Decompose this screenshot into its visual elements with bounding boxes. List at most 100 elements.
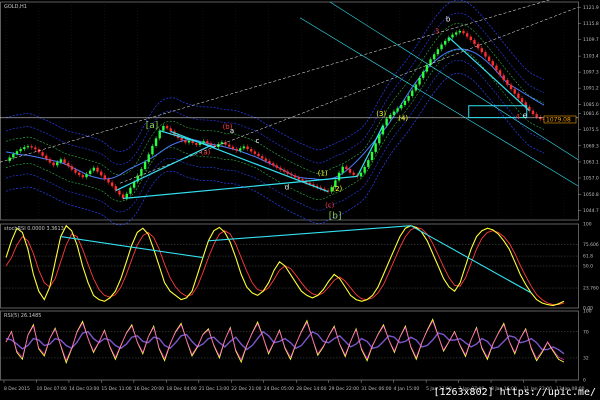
candle-body xyxy=(23,147,26,150)
x-tick-label: 18 Dec 04:00 xyxy=(166,386,196,392)
candle-body xyxy=(81,175,85,178)
candle-body xyxy=(250,149,253,152)
chart-title: GOLD,H1 xyxy=(4,4,27,10)
candle-body xyxy=(484,52,487,57)
y-tick-label: 1063.1 xyxy=(583,160,599,166)
y-tick-label: 1069.3 xyxy=(583,143,599,149)
chart-canvas: [a][b](a)(b)(c)(1)(2)(3)(4)34abcde 1121.… xyxy=(0,0,600,400)
candle-body xyxy=(509,84,513,90)
wave-label: (3) xyxy=(376,110,386,118)
candle-body xyxy=(433,54,436,60)
candle-body xyxy=(425,65,429,72)
rsi-y-tick-label: 70 xyxy=(583,329,589,335)
candle-body xyxy=(12,154,15,158)
candle-body xyxy=(180,138,183,141)
rsi-title: RSI(5) 26.1485 xyxy=(4,313,41,319)
wave-label: a xyxy=(230,127,234,135)
candle-body xyxy=(158,130,161,139)
candle-body xyxy=(418,77,421,85)
candle-body xyxy=(279,167,282,170)
candle-body xyxy=(246,146,249,150)
x-tick-label: 22 Dec 21:00 xyxy=(231,386,261,392)
candle-body xyxy=(228,144,231,147)
candle-body xyxy=(271,163,275,166)
candle-body xyxy=(411,90,414,97)
y-tick-label: 1085.0 xyxy=(583,102,599,108)
candle-body xyxy=(206,141,209,144)
stochrsi-y-tick-label: 75.606 xyxy=(583,242,599,248)
stochrsi-y-tick-label: 61.8 xyxy=(583,254,593,260)
candle-body xyxy=(48,159,52,163)
candle-body xyxy=(297,177,300,180)
candle-body xyxy=(110,182,114,187)
candle-body xyxy=(337,172,341,181)
candle-body xyxy=(491,61,494,66)
candle-body xyxy=(239,148,242,151)
rsi-y-tick-label: 0 xyxy=(583,378,586,384)
watermark: [1263x802] https://upic.me/ xyxy=(433,387,596,398)
candle-body xyxy=(374,143,377,152)
candle-body xyxy=(19,149,22,152)
candle-body xyxy=(162,125,165,131)
candle-body xyxy=(140,169,143,176)
candle-body xyxy=(301,179,304,181)
candle-body xyxy=(154,138,158,146)
candle-body xyxy=(440,44,443,50)
wave-label: (4) xyxy=(398,115,408,123)
candle-body xyxy=(88,170,92,175)
y-tick-label: 1115.8 xyxy=(583,21,599,27)
candle-body xyxy=(99,171,103,176)
candle-body xyxy=(506,80,509,85)
candle-body xyxy=(77,172,81,176)
candle-body xyxy=(67,163,70,167)
candle-body xyxy=(169,128,172,132)
candle-body xyxy=(195,143,198,145)
candle-body xyxy=(352,172,355,175)
candle-body xyxy=(520,98,524,103)
rsi-y-tick-label: 32 xyxy=(583,356,589,362)
wave-label: [b] xyxy=(329,212,342,222)
x-tick-label: 21 Dec 13:00 xyxy=(199,386,229,392)
candle-body xyxy=(143,161,147,170)
x-tick-label: 28 Dec 14:00 xyxy=(296,386,326,392)
stochrsi-y-tick-label: 50.0 xyxy=(583,264,593,270)
candle-body xyxy=(403,100,407,105)
candle-body xyxy=(535,114,538,118)
wave-label: (c) xyxy=(325,201,335,209)
price-tag-value: 1079.08 xyxy=(546,117,571,124)
y-tick-label: 1057.0 xyxy=(583,176,599,182)
candle-body xyxy=(345,166,348,170)
x-tick-label: 15 Dec 11:00 xyxy=(101,386,131,392)
candle-body xyxy=(202,141,205,143)
candle-body xyxy=(517,93,520,99)
candle-body xyxy=(341,166,344,173)
candle-body xyxy=(45,155,48,160)
candle-body xyxy=(436,49,440,55)
candle-body xyxy=(165,125,169,129)
candle-body xyxy=(293,175,297,178)
candle-body xyxy=(264,158,268,161)
candle-body xyxy=(392,111,396,115)
y-tick-label: 1097.3 xyxy=(583,70,599,76)
candle-body xyxy=(465,33,469,37)
y-tick-label: 1109.7 xyxy=(583,37,599,43)
wave-label: c xyxy=(256,137,260,145)
candle-body xyxy=(74,169,77,173)
candle-body xyxy=(348,169,352,173)
candle-body xyxy=(224,142,227,145)
candle-body xyxy=(70,166,74,170)
candle-body xyxy=(52,162,55,166)
candle-body xyxy=(41,152,44,156)
candle-body xyxy=(454,32,458,35)
wave-label: e xyxy=(523,111,527,119)
candle-body xyxy=(407,96,410,101)
x-tick-label: 14 Dec 03:00 xyxy=(69,386,99,392)
candle-body xyxy=(103,175,107,180)
candle-body xyxy=(129,187,132,194)
candle-body xyxy=(253,151,257,154)
y-tick-label: 1091.2 xyxy=(583,86,599,92)
candle-body xyxy=(498,70,502,76)
wave-label: [a] xyxy=(146,121,159,131)
candle-body xyxy=(242,146,246,149)
candle-body xyxy=(184,140,187,143)
